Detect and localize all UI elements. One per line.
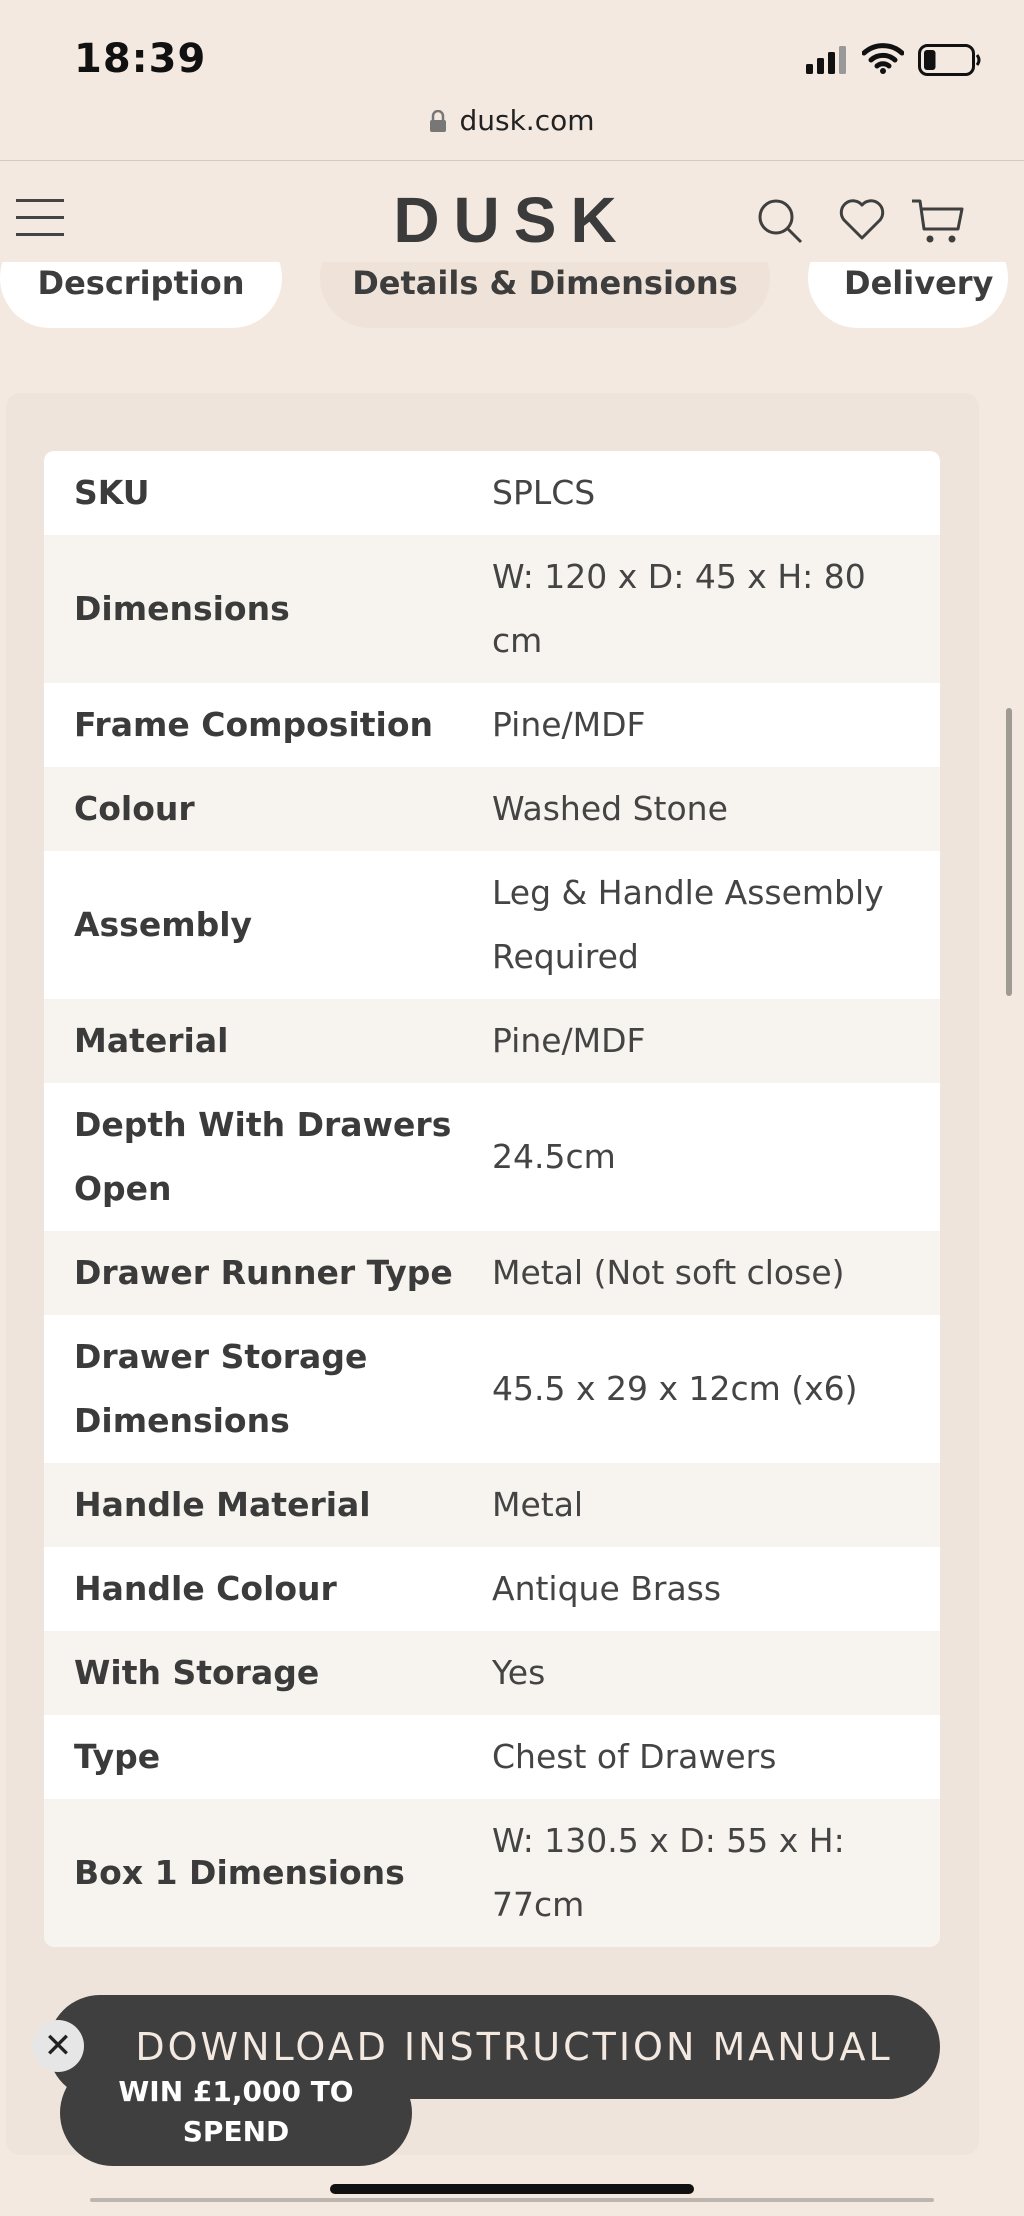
detail-label: Handle Material [74,1485,371,1524]
details-panel: SKU SPLCS Dimensions W: 120 x D: 45 x H:… [6,393,979,2155]
table-row: Depth With Drawers Open 24.5cm [44,1083,940,1231]
detail-value: Antique Brass [492,1569,722,1608]
table-row: Assembly Leg & Handle Assembly Required [44,851,940,999]
table-row: Box 1 Dimensions W: 130.5 x D: 55 x H: 7… [44,1799,940,1947]
browser-toolbar-line [90,2198,934,2202]
url-text: dusk.com [459,104,595,137]
close-icon[interactable]: ✕ [32,2020,84,2072]
tab-details-dimensions[interactable]: Details & Dimensions [320,262,770,328]
detail-value: Pine/MDF [492,1021,646,1060]
product-tabs: Description Details & Dimensions Deliver… [0,262,1024,334]
detail-value: Washed Stone [492,789,728,828]
scrollbar[interactable] [1006,708,1012,996]
detail-label: Drawer Storage Dimensions [74,1337,368,1440]
detail-value: Metal [492,1485,584,1524]
detail-value: Chest of Drawers [492,1737,777,1776]
search-icon[interactable] [756,197,804,245]
detail-value: Pine/MDF [492,705,646,744]
detail-label: Depth With Drawers Open [74,1105,452,1208]
detail-label: Handle Colour [74,1569,337,1608]
table-row: Colour Washed Stone [44,767,940,851]
promo-win-button[interactable]: WIN £1,000 TO SPEND [60,2060,412,2166]
detail-value: SPLCS [492,473,596,512]
table-row: Drawer Storage Dimensions 45.5 x 29 x 12… [44,1315,940,1463]
cart-icon[interactable] [910,197,966,245]
detail-value: Metal (Not soft close) [492,1253,845,1292]
promo-line-2: SPEND [182,2115,290,2148]
detail-label: Colour [74,789,195,828]
table-row: Dimensions W: 120 x D: 45 x H: 80 cm [44,535,940,683]
table-row: Handle Material Metal [44,1463,940,1547]
table-row: With Storage Yes [44,1631,940,1715]
detail-label: Box 1 Dimensions [74,1853,405,1892]
table-row: Handle Colour Antique Brass [44,1547,940,1631]
detail-label: Dimensions [74,589,290,628]
detail-value: 24.5cm [492,1137,616,1176]
tab-delivery[interactable]: Delivery [808,262,1008,328]
detail-value: 45.5 x 29 x 12cm (x6) [492,1369,858,1408]
signal-icon [806,46,846,74]
detail-value: Leg & Handle Assembly Required [492,873,884,976]
lock-icon [430,109,447,132]
table-row: SKU SPLCS [44,451,940,535]
url-bar[interactable]: dusk.com [0,100,1024,160]
detail-label: Type [74,1737,161,1776]
details-table: SKU SPLCS Dimensions W: 120 x D: 45 x H:… [44,451,940,1947]
detail-label: SKU [74,473,150,512]
home-indicator[interactable] [330,2184,694,2194]
detail-label: Drawer Runner Type [74,1253,453,1292]
detail-value: W: 130.5 x D: 55 x H: 77cm [492,1821,845,1924]
detail-label: Material [74,1021,229,1060]
detail-label: Frame Composition [74,705,434,744]
detail-label: With Storage [74,1653,320,1692]
tab-description[interactable]: Description [0,262,282,328]
battery-icon [918,44,981,76]
wifi-icon [862,43,904,74]
detail-value: Yes [492,1653,546,1692]
promo-line-1: WIN £1,000 TO [118,2075,354,2108]
detail-label: Assembly [74,905,253,944]
table-row: Frame Composition Pine/MDF [44,683,940,767]
table-row: Type Chest of Drawers [44,1715,940,1799]
table-row: Material Pine/MDF [44,999,940,1083]
heart-icon[interactable] [838,197,886,241]
detail-value: W: 120 x D: 45 x H: 80 cm [492,557,866,660]
site-header: DUSK [0,160,1024,271]
table-row: Drawer Runner Type Metal (Not soft close… [44,1231,940,1315]
status-time: 18:39 [74,36,207,82]
